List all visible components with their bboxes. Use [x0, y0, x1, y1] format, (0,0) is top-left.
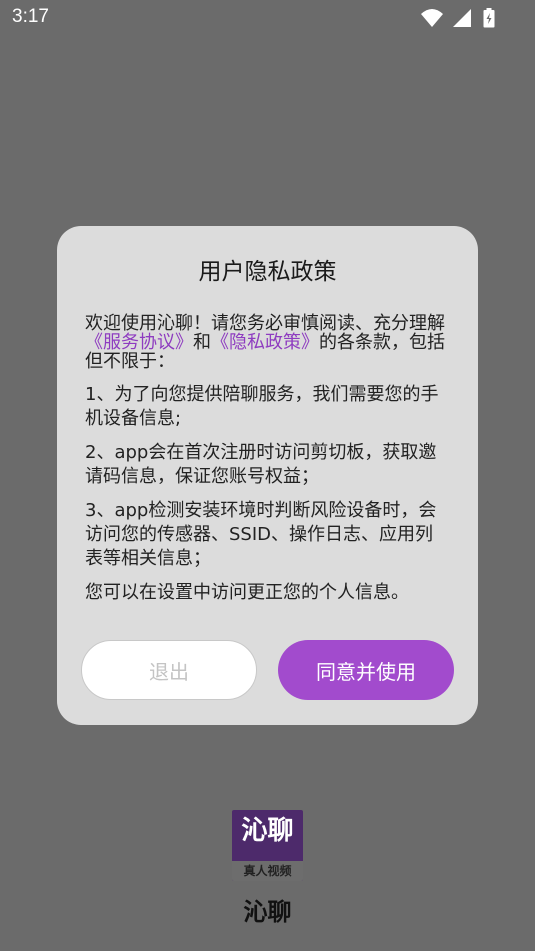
- exit-button[interactable]: 退出: [81, 640, 257, 700]
- logo-title: 沁聊: [241, 816, 294, 846]
- app-name: 沁聊: [243, 898, 292, 926]
- dialog-body: 欢迎使用沁聊！请您务必审慎阅读、充分理解《服务协议》和《隐私政策》的各条款，包括…: [85, 314, 451, 615]
- agree-and-use-button[interactable]: 同意并使用: [278, 640, 454, 700]
- policy-item-2: 2、app会在首次注册时访问剪切板，获取邀请码信息，保证您账号权益；: [85, 442, 437, 487]
- service-agreement-link[interactable]: 《服务协议》: [85, 332, 193, 353]
- policy-item-3: 3、app检测安装环境时判断风险设备时，会访问您的传感器、SSID、操作日志、应…: [85, 500, 437, 569]
- privacy-policy-link[interactable]: 《隐私政策》: [211, 332, 319, 353]
- outro-paragraph: 您可以在设置中访问更正您的个人信息。: [85, 582, 409, 603]
- status-icons: [420, 8, 495, 28]
- dialog-title: 用户隐私政策: [198, 259, 337, 285]
- policy-item-1: 1、为了向您提供陪聊服务，我们需要您的手机设备信息;: [85, 384, 439, 429]
- intro-prefix: 欢迎使用沁聊！请您务必审慎阅读、充分理解: [85, 313, 445, 334]
- app-logo: 沁聊 真人视频: [232, 810, 303, 881]
- battery-icon: [483, 8, 495, 28]
- intro-mid: 和: [193, 332, 211, 353]
- logo-subtitle: 真人视频: [232, 861, 303, 881]
- wifi-icon: [420, 9, 443, 27]
- status-bar: 3:17: [0, 0, 535, 36]
- privacy-dialog: 用户隐私政策 欢迎使用沁聊！请您务必审慎阅读、充分理解《服务协议》和《隐私政策》…: [57, 226, 478, 725]
- cell-signal-icon: [452, 9, 471, 27]
- intro-paragraph: 欢迎使用沁聊！请您务必审慎阅读、充分理解《服务协议》和《隐私政策》的各条款，包括…: [85, 314, 451, 371]
- status-time: 3:17: [12, 6, 49, 27]
